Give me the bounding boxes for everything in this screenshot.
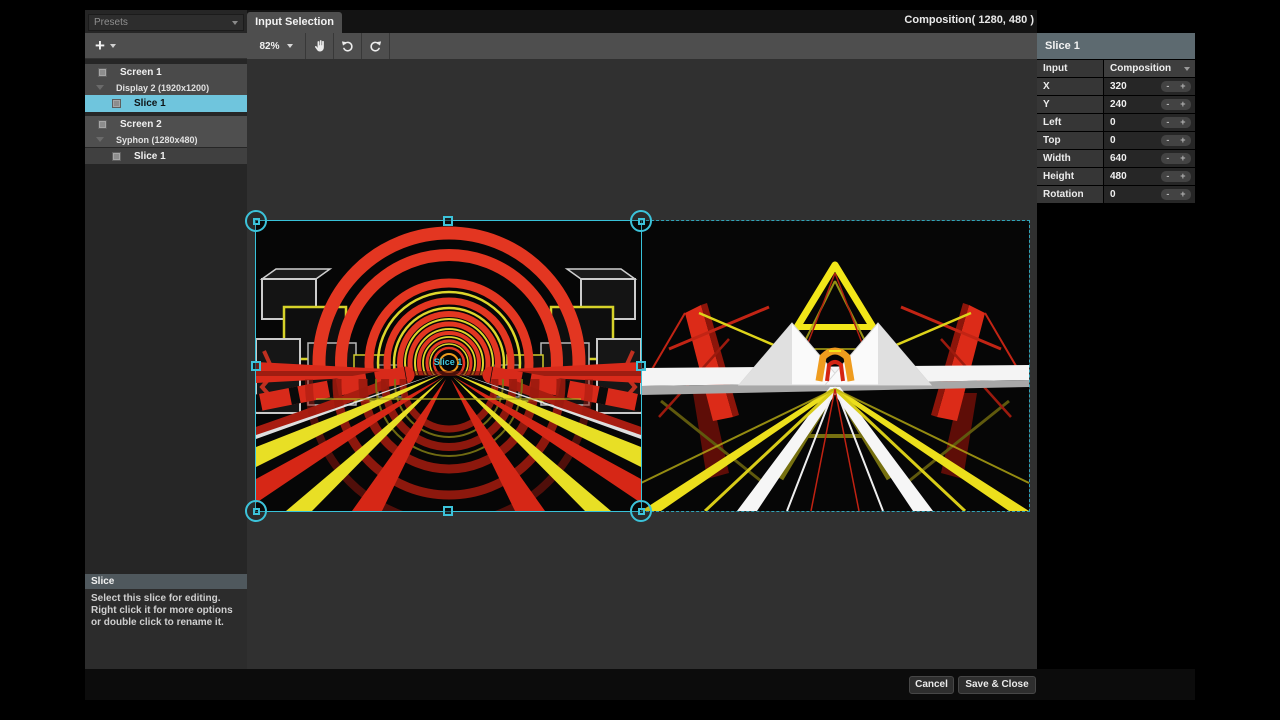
- chevron-down-icon: [1184, 67, 1190, 71]
- plus-icon[interactable]: +: [1180, 135, 1185, 146]
- minus-icon[interactable]: -: [1166, 117, 1169, 128]
- screen-checkbox[interactable]: [98, 120, 107, 129]
- handle-square-icon: [253, 508, 260, 515]
- height-field[interactable]: 480 -+: [1104, 168, 1195, 185]
- minus-icon[interactable]: -: [1166, 135, 1169, 146]
- minus-icon[interactable]: -: [1166, 81, 1169, 92]
- selection-handle-top-mid[interactable]: [443, 216, 453, 226]
- inspector-row-width: Width 640 -+: [1037, 150, 1195, 167]
- top-field[interactable]: 0 -+: [1104, 132, 1195, 149]
- rotation-stepper[interactable]: -+: [1161, 189, 1191, 200]
- plus-icon[interactable]: +: [1180, 81, 1185, 92]
- sidebar-item-screen-2[interactable]: Screen 2: [85, 116, 247, 132]
- input-selection-canvas[interactable]: Slice 1: [247, 59, 1037, 669]
- undo-icon: [340, 39, 355, 54]
- plus-icon: +: [95, 37, 105, 54]
- handle-square-icon: [638, 218, 645, 225]
- top-bar: Input Selection Composition( 1280, 480 ): [247, 10, 1037, 33]
- minus-icon[interactable]: -: [1166, 99, 1169, 110]
- inspector-row-input-source: Input Source Composition: [1037, 60, 1195, 77]
- sidebar-item-slice-1-selected[interactable]: Slice 1: [85, 95, 247, 112]
- save-close-button[interactable]: Save & Close: [958, 676, 1036, 694]
- selection-handle-left-mid[interactable]: [251, 361, 261, 371]
- left-stepper[interactable]: -+: [1161, 117, 1191, 128]
- slice-checkbox[interactable]: [112, 152, 121, 161]
- minus-icon[interactable]: -: [1166, 171, 1169, 182]
- canvas-toolbar: 82%: [247, 33, 1037, 59]
- composition-preview-right[interactable]: [641, 221, 1029, 511]
- hand-icon: [313, 39, 327, 54]
- rotation-field[interactable]: 0 -+: [1104, 186, 1195, 203]
- plus-icon[interactable]: +: [1180, 153, 1185, 164]
- sidebar-item-screen-1[interactable]: Screen 1: [85, 64, 247, 80]
- expander-icon[interactable]: [96, 85, 104, 90]
- y-field[interactable]: 240 -+: [1104, 96, 1195, 113]
- plus-icon[interactable]: +: [1180, 171, 1185, 182]
- chevron-down-icon: [287, 44, 293, 48]
- info-box-title: Slice: [85, 574, 247, 589]
- inspector-title: Slice 1: [1037, 33, 1195, 59]
- plus-icon[interactable]: +: [1180, 99, 1185, 110]
- selection-handle-top-right[interactable]: [630, 210, 652, 232]
- chevron-down-icon: [232, 21, 238, 25]
- screens-sidebar: Presets + Screen 1 Display 2 (1920x1200)…: [85, 10, 247, 670]
- slice-preview-left[interactable]: Slice 1: [256, 221, 641, 511]
- input-source-dropdown[interactable]: Composition: [1104, 60, 1195, 77]
- top-stepper[interactable]: -+: [1161, 135, 1191, 146]
- inspector-row-y: Y 240 -+: [1037, 96, 1195, 113]
- width-field[interactable]: 640 -+: [1104, 150, 1195, 167]
- add-slice-button[interactable]: +: [85, 37, 116, 54]
- pyramids-video-image: [641, 221, 1029, 511]
- info-box-text: Select this slice for editing. Right cli…: [85, 589, 247, 670]
- handle-square-icon: [638, 508, 645, 515]
- selection-handle-top-left[interactable]: [245, 210, 267, 232]
- presets-label: Presets: [94, 17, 128, 28]
- inspector-row-top: Top 0 -+: [1037, 132, 1195, 149]
- left-field[interactable]: 0 -+: [1104, 114, 1195, 131]
- selection-handle-bottom-mid[interactable]: [443, 506, 453, 516]
- pan-tool-button[interactable]: [306, 33, 333, 59]
- expander-icon[interactable]: [96, 137, 104, 142]
- x-stepper[interactable]: -+: [1161, 81, 1191, 92]
- plus-icon[interactable]: +: [1180, 189, 1185, 200]
- undo-button[interactable]: [334, 33, 361, 59]
- sidebar-item-syphon[interactable]: Syphon (1280x480): [85, 132, 247, 147]
- zoom-level-dropdown[interactable]: 82%: [247, 33, 305, 59]
- y-stepper[interactable]: -+: [1161, 99, 1191, 110]
- presets-dropdown[interactable]: Presets: [88, 14, 244, 31]
- screen-checkbox[interactable]: [98, 68, 107, 77]
- plus-icon[interactable]: +: [1180, 117, 1185, 128]
- chevron-down-icon: [110, 44, 116, 48]
- redo-button[interactable]: [362, 33, 389, 59]
- inspector-row-height: Height 480 -+: [1037, 168, 1195, 185]
- composition-area[interactable]: Slice 1: [256, 221, 1029, 511]
- minus-icon[interactable]: -: [1166, 153, 1169, 164]
- inspector-row-rotation: Rotation 0 -+: [1037, 186, 1195, 203]
- sidebar-item-slice-1-screen2[interactable]: Slice 1: [85, 147, 247, 164]
- cancel-button[interactable]: Cancel: [909, 676, 954, 694]
- sidebar-item-display-2[interactable]: Display 2 (1920x1200): [85, 80, 247, 95]
- width-stepper[interactable]: -+: [1161, 153, 1191, 164]
- x-field[interactable]: 320 -+: [1104, 78, 1195, 95]
- slice-add-toolbar: +: [85, 33, 247, 59]
- minus-icon[interactable]: -: [1166, 189, 1169, 200]
- zoom-level-value: 82%: [259, 41, 279, 52]
- toolbar-separator: [389, 33, 390, 59]
- tab-input-selection[interactable]: Input Selection: [247, 12, 342, 33]
- inspector-row-x: X 320 -+: [1037, 78, 1195, 95]
- selection-handle-bottom-right[interactable]: [630, 500, 652, 522]
- selection-handle-right-mid[interactable]: [636, 361, 646, 371]
- app-window: Presets + Screen 1 Display 2 (1920x1200)…: [0, 0, 1280, 720]
- composition-size-label: Composition( 1280, 480 ): [904, 14, 1034, 26]
- redo-icon: [368, 39, 383, 54]
- slice-checkbox[interactable]: [112, 99, 121, 108]
- inspector-row-left: Left 0 -+: [1037, 114, 1195, 131]
- selection-handle-bottom-left[interactable]: [245, 500, 267, 522]
- footer-bar: Cancel Save & Close: [85, 669, 1195, 700]
- slice-name-tag: Slice 1: [434, 357, 463, 367]
- handle-square-icon: [253, 218, 260, 225]
- height-stepper[interactable]: -+: [1161, 171, 1191, 182]
